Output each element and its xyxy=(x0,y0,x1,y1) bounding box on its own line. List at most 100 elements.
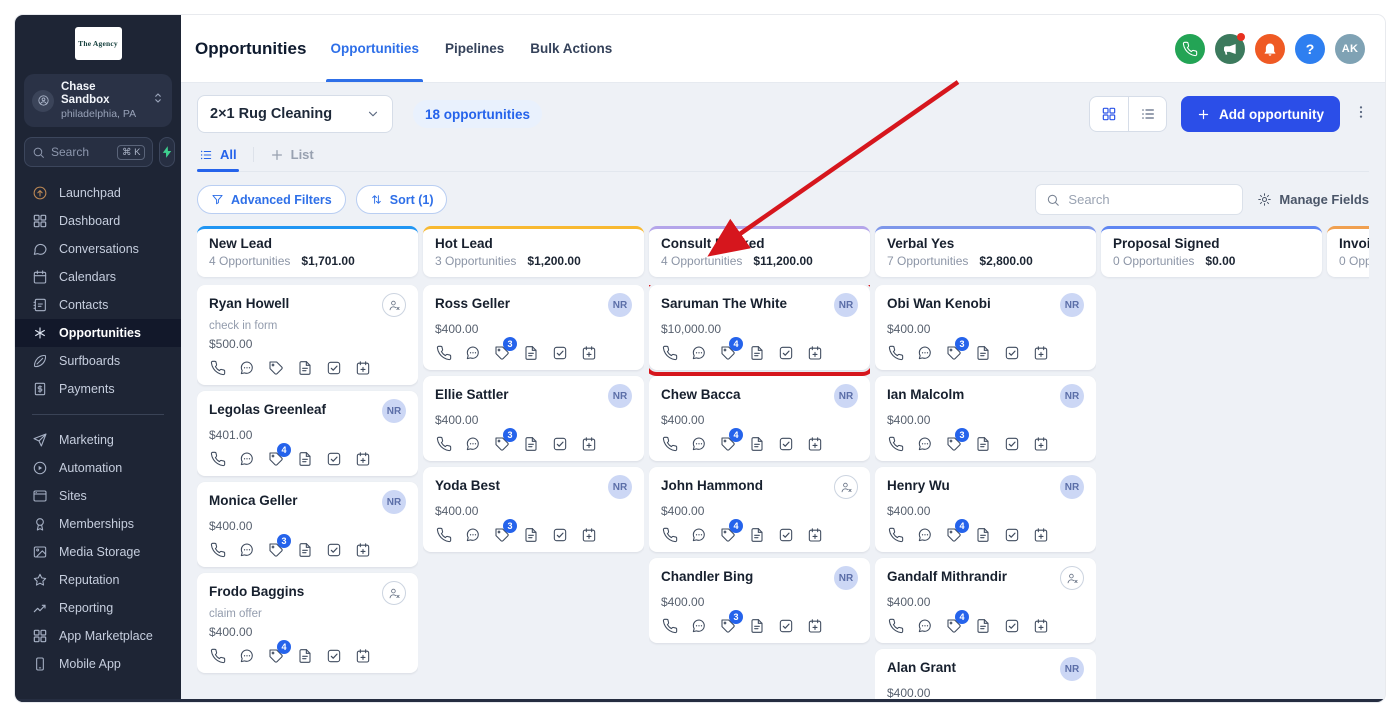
opportunity-card-highlighted[interactable]: Saruman The White NR $10,000.00 4 xyxy=(649,285,870,376)
tasks-icon[interactable] xyxy=(325,359,342,376)
message-icon[interactable] xyxy=(916,344,933,361)
tags-icon[interactable]: 3 xyxy=(267,534,291,558)
board-search-input[interactable] xyxy=(1068,192,1219,207)
call-icon[interactable] xyxy=(887,435,904,452)
sort-button[interactable]: Sort (1) xyxy=(355,185,448,214)
tab-pipelines[interactable]: Pipelines xyxy=(445,15,504,82)
call-icon[interactable] xyxy=(887,617,904,634)
appointment-icon[interactable] xyxy=(580,435,597,452)
ai-assistant-button[interactable] xyxy=(159,137,176,167)
tags-icon[interactable]: 4 xyxy=(945,519,969,543)
opportunity-card[interactable]: Legolas Greenleaf NR $401.00 4 xyxy=(197,391,418,476)
opportunity-card[interactable]: Yoda Best NR $400.00 3 xyxy=(423,467,644,552)
assignee-avatar[interactable]: NR xyxy=(1060,475,1084,499)
notes-icon[interactable] xyxy=(974,435,991,452)
appointment-icon[interactable] xyxy=(354,647,371,664)
assignee-avatar[interactable]: NR xyxy=(1060,293,1084,317)
assignee-avatar[interactable]: NR xyxy=(382,399,406,423)
column-header[interactable]: Invoice 0 Opportunities xyxy=(1327,226,1369,277)
call-icon[interactable] xyxy=(209,647,226,664)
board-search[interactable] xyxy=(1035,184,1244,215)
tags-icon[interactable]: 3 xyxy=(945,428,969,452)
notes-icon[interactable] xyxy=(748,617,765,634)
assignee-avatar[interactable]: NR xyxy=(1060,657,1084,681)
tags-icon[interactable]: 4 xyxy=(719,428,743,452)
unassigned-avatar-icon[interactable] xyxy=(382,581,406,605)
unassigned-avatar-icon[interactable] xyxy=(834,475,858,499)
column-header[interactable]: Consult Booked 4 Opportunities $11,200.00 xyxy=(649,226,870,277)
notes-icon[interactable] xyxy=(748,344,765,361)
appointment-icon[interactable] xyxy=(806,435,823,452)
assignee-avatar[interactable]: NR xyxy=(382,490,406,514)
sidebar-item-marketing[interactable]: Marketing xyxy=(15,426,181,454)
sidebar-item-automation[interactable]: Automation xyxy=(15,454,181,482)
sidebar-item-mobile-app[interactable]: Mobile App xyxy=(15,650,181,678)
assignee-avatar[interactable]: NR xyxy=(834,384,858,408)
message-icon[interactable] xyxy=(690,435,707,452)
appointment-icon[interactable] xyxy=(1032,435,1049,452)
add-list-button[interactable]: List xyxy=(268,145,316,171)
message-icon[interactable] xyxy=(238,450,255,467)
call-icon[interactable] xyxy=(887,526,904,543)
message-icon[interactable] xyxy=(690,526,707,543)
tags-icon[interactable]: 4 xyxy=(267,640,291,664)
sidebar-item-conversations[interactable]: Conversations xyxy=(15,235,181,263)
sidebar-search[interactable]: ⌘ K xyxy=(24,137,154,167)
notes-icon[interactable] xyxy=(522,435,539,452)
tags-icon[interactable]: 3 xyxy=(493,337,517,361)
message-icon[interactable] xyxy=(916,526,933,543)
message-icon[interactable] xyxy=(916,435,933,452)
opportunity-card[interactable]: John Hammond $400.00 4 xyxy=(649,467,870,552)
sidebar-item-reputation[interactable]: Reputation xyxy=(15,566,181,594)
tab-bulk-actions[interactable]: Bulk Actions xyxy=(530,15,612,82)
advanced-filters-button[interactable]: Advanced Filters xyxy=(197,185,346,214)
column-header[interactable]: Hot Lead 3 Opportunities $1,200.00 xyxy=(423,226,644,277)
call-icon[interactable] xyxy=(435,526,452,543)
assignee-avatar[interactable]: NR xyxy=(834,566,858,590)
list-view-button[interactable] xyxy=(1128,97,1166,131)
call-icon[interactable] xyxy=(435,344,452,361)
call-icon[interactable] xyxy=(661,617,678,634)
sidebar-item-payments[interactable]: Payments xyxy=(15,375,181,403)
tags-icon[interactable] xyxy=(267,359,284,376)
tags-icon[interactable]: 4 xyxy=(719,519,743,543)
tasks-icon[interactable] xyxy=(777,344,794,361)
tasks-icon[interactable] xyxy=(1003,344,1020,361)
opportunity-card[interactable]: Chew Bacca NR $400.00 4 xyxy=(649,376,870,461)
notes-icon[interactable] xyxy=(296,647,313,664)
call-icon[interactable] xyxy=(435,435,452,452)
opportunity-card[interactable]: Monica Geller NR $400.00 3 xyxy=(197,482,418,567)
appointment-icon[interactable] xyxy=(354,450,371,467)
appointment-icon[interactable] xyxy=(806,526,823,543)
more-options-button[interactable] xyxy=(1353,104,1369,125)
tab-opportunities[interactable]: Opportunities xyxy=(326,15,423,82)
tags-icon[interactable]: 4 xyxy=(719,337,743,361)
notes-icon[interactable] xyxy=(974,526,991,543)
notes-icon[interactable] xyxy=(296,359,313,376)
call-icon[interactable] xyxy=(661,435,678,452)
sidebar-item-sites[interactable]: Sites xyxy=(15,482,181,510)
sidebar-item-contacts[interactable]: Contacts xyxy=(15,291,181,319)
message-icon[interactable] xyxy=(238,647,255,664)
appointment-icon[interactable] xyxy=(354,541,371,558)
profile-avatar[interactable]: AK xyxy=(1335,33,1365,64)
sidebar-item-app-marketplace[interactable]: App Marketplace xyxy=(15,622,181,650)
sidebar-item-media-storage[interactable]: Media Storage xyxy=(15,538,181,566)
tags-icon[interactable]: 4 xyxy=(945,610,969,634)
column-header[interactable]: Verbal Yes 7 Opportunities $2,800.00 xyxy=(875,226,1096,277)
opportunity-card[interactable]: Frodo Baggins claim offer $400.00 4 xyxy=(197,573,418,673)
sidebar-item-dashboard[interactable]: Dashboard xyxy=(15,207,181,235)
appointment-icon[interactable] xyxy=(580,526,597,543)
tasks-icon[interactable] xyxy=(777,526,794,543)
appointment-icon[interactable] xyxy=(1032,617,1049,634)
sidebar-item-launchpad[interactable]: Launchpad xyxy=(15,179,181,207)
tasks-icon[interactable] xyxy=(1003,435,1020,452)
column-header[interactable]: New Lead 4 Opportunities $1,701.00 xyxy=(197,226,418,277)
notes-icon[interactable] xyxy=(296,450,313,467)
account-switcher[interactable]: Chase Sandbox philadelphia, PA xyxy=(24,74,172,127)
add-opportunity-button[interactable]: Add opportunity xyxy=(1181,96,1340,132)
tasks-icon[interactable] xyxy=(1003,617,1020,634)
notes-icon[interactable] xyxy=(748,435,765,452)
tasks-icon[interactable] xyxy=(777,617,794,634)
help-button[interactable]: ? xyxy=(1295,33,1325,64)
